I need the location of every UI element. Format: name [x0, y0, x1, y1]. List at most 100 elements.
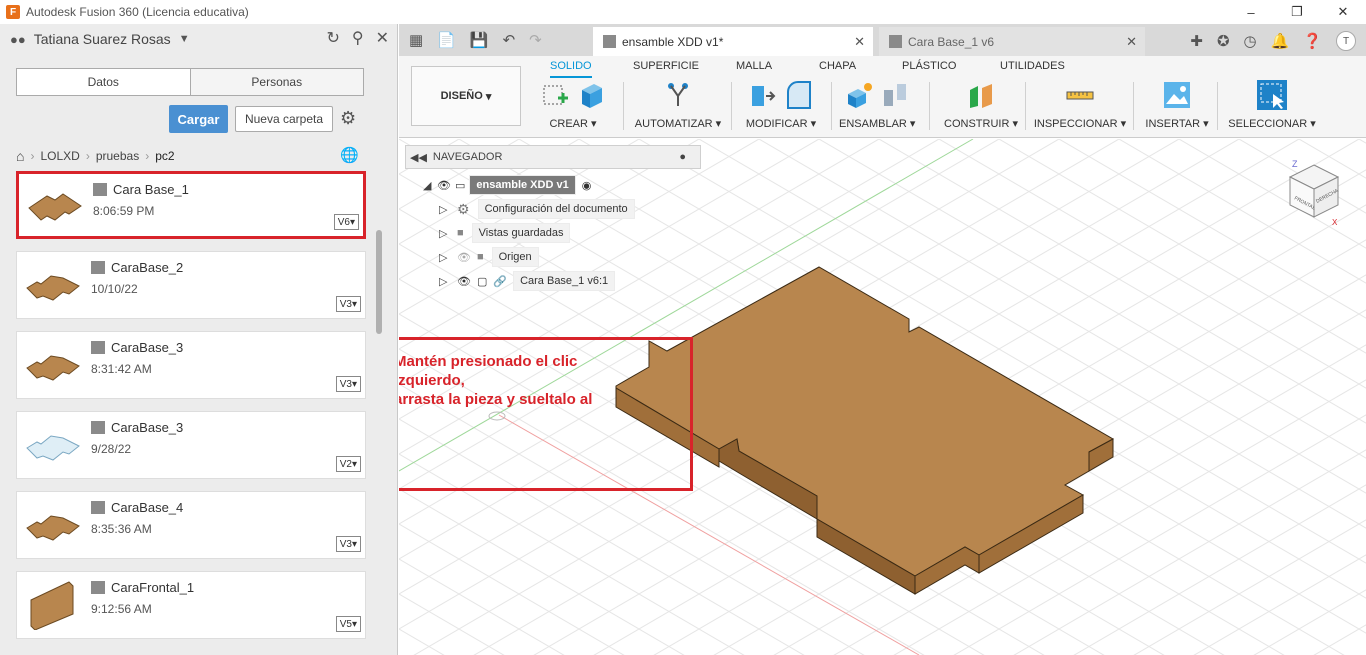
workspace-dropdown[interactable]: DISEÑO ▾: [411, 66, 521, 126]
group-construir[interactable]: CONSTRUIR ▾: [939, 80, 1023, 134]
version-dropdown[interactable]: V3 ▾: [335, 536, 361, 552]
insert-image-icon: [1164, 82, 1190, 108]
refresh-icon[interactable]: ↻: [326, 28, 339, 48]
file-card[interactable]: CaraBase_3 9/28/22 V2 ▾: [16, 411, 366, 479]
group-insertar[interactable]: INSERTAR ▾: [1141, 80, 1213, 134]
extensions-icon[interactable]: ✪: [1217, 32, 1230, 50]
tab-personas[interactable]: Personas: [189, 69, 363, 95]
divider: [929, 82, 930, 130]
close-panel-icon[interactable]: ✕: [376, 28, 389, 48]
file-name: CaraBase_3: [111, 340, 184, 355]
scrollbar[interactable]: [376, 230, 382, 334]
workspace-label: DISEÑO: [440, 90, 483, 102]
avatar[interactable]: T: [1336, 31, 1356, 51]
link-icon: 🔗: [493, 275, 508, 288]
component-icon: [91, 501, 105, 514]
expand-triangle-icon[interactable]: ▷: [439, 275, 453, 288]
folder-icon: ■: [476, 251, 484, 263]
save-icon[interactable]: 💾: [470, 31, 489, 49]
part-thumbnail: [30, 581, 74, 630]
file-card[interactable]: CaraBase_2 10/10/22 V3 ▾: [16, 251, 366, 319]
component-icon: ▢: [476, 275, 488, 288]
divider: [623, 82, 624, 130]
version-dropdown[interactable]: V3 ▾: [335, 296, 361, 312]
tab-chapa[interactable]: CHAPA: [819, 60, 856, 72]
part-thumbnail: [26, 515, 80, 541]
browser-root-item[interactable]: ◢ 👁 ▭ ensamble XDD v1 ◉: [423, 175, 591, 195]
browser-item[interactable]: ▷ ■ Vistas guardadas: [439, 223, 571, 243]
group-inspeccionar[interactable]: INSPECCIONAR ▾: [1033, 80, 1127, 134]
chevron-down-icon: ▼: [178, 33, 190, 45]
group-ensamblar[interactable]: ENSAMBLAR ▾: [839, 80, 915, 134]
file-card[interactable]: CaraBase_4 8:35:36 AM V3 ▾: [16, 491, 366, 559]
tab-ensamble[interactable]: ensamble XDD v1* ✕: [593, 27, 873, 56]
job-status-icon[interactable]: ◷: [1244, 32, 1257, 50]
browser-header[interactable]: ◀◀ NAVEGADOR ●: [405, 145, 701, 169]
divider: [731, 82, 732, 130]
minimize-button[interactable]: –: [1228, 0, 1274, 24]
version-dropdown[interactable]: V5 ▾: [335, 616, 361, 632]
collapse-icon[interactable]: ◀◀: [410, 151, 427, 164]
grid-menu-icon[interactable]: ▦: [409, 31, 423, 49]
visibility-eye-icon[interactable]: 👁: [457, 275, 471, 288]
browser-item[interactable]: ▷ ⚙ Configuración del documento: [439, 199, 635, 219]
restore-button[interactable]: ❐: [1274, 0, 1320, 24]
home-icon[interactable]: ⌂: [16, 148, 24, 164]
help-icon[interactable]: ❓: [1303, 32, 1322, 50]
activate-radio-icon[interactable]: ◉: [582, 179, 592, 192]
window-title: Autodesk Fusion 360 (Licencia educativa): [26, 5, 249, 19]
group-automatizar[interactable]: AUTOMATIZAR ▾: [633, 80, 723, 134]
file-menu-icon[interactable]: 📄: [437, 31, 456, 49]
minimize-icon[interactable]: ●: [679, 151, 686, 163]
file-card[interactable]: CaraFrontal_1 9:12:56 AM V5 ▾: [16, 571, 366, 639]
group-seleccionar[interactable]: SELECCIONAR ▾: [1227, 80, 1317, 134]
browser-item[interactable]: ▷ 👁 ▢ 🔗 Cara Base_1 v6:1: [439, 271, 616, 291]
assembly-icon: [603, 35, 616, 48]
tab-solido[interactable]: SOLIDO: [550, 60, 592, 78]
tab-superficie[interactable]: SUPERFICIE: [633, 60, 699, 72]
search-icon[interactable]: ⚲: [352, 28, 364, 48]
close-button[interactable]: ✕: [1320, 0, 1366, 24]
team-icon: ●●: [10, 31, 26, 47]
expand-triangle-icon[interactable]: ▷: [439, 251, 453, 264]
tab-plastico[interactable]: PLÁSTICO: [902, 60, 956, 72]
expand-triangle-icon[interactable]: ▷: [439, 227, 453, 240]
breadcrumb-item[interactable]: LOLXD: [40, 149, 79, 163]
divider: [1025, 82, 1026, 130]
tab-malla[interactable]: MALLA: [736, 60, 772, 72]
version-dropdown[interactable]: V3 ▾: [335, 376, 361, 392]
new-tab-icon[interactable]: ✚: [1190, 32, 1203, 50]
breadcrumb-item[interactable]: pruebas: [96, 149, 139, 163]
close-icon[interactable]: ✕: [1126, 34, 1137, 50]
file-name: CaraBase_3: [111, 420, 184, 435]
upload-button[interactable]: Cargar: [169, 105, 228, 133]
file-card[interactable]: CaraBase_3 8:31:42 AM V3 ▾: [16, 331, 366, 399]
canvas-viewport[interactable]: ◀◀ NAVEGADOR ● ◢ 👁 ▭ ensamble XDD v1 ◉ ▷…: [399, 139, 1366, 655]
globe-icon[interactable]: 🌐: [340, 146, 359, 164]
visibility-eye-icon[interactable]: 👁: [437, 179, 451, 192]
undo-icon[interactable]: ↶: [503, 31, 516, 49]
collapse-triangle-icon[interactable]: ◢: [423, 179, 437, 192]
divider: [831, 82, 832, 130]
gear-icon[interactable]: ⚙: [340, 108, 356, 129]
tab-utilidades[interactable]: UTILIDADES: [1000, 60, 1065, 72]
viewcube[interactable]: Z FRONTAL DERECHA X: [1286, 157, 1342, 227]
redo-icon[interactable]: ↷: [529, 31, 542, 49]
version-dropdown[interactable]: V2 ▾: [335, 456, 361, 472]
expand-triangle-icon[interactable]: ▷: [439, 203, 453, 216]
breadcrumb: ⌂ › LOLXD › pruebas › pc2: [16, 148, 175, 164]
notifications-icon[interactable]: 🔔: [1271, 32, 1290, 50]
hidden-eye-icon[interactable]: 👁: [457, 251, 471, 264]
new-folder-button[interactable]: Nueva carpeta: [235, 106, 333, 132]
file-card[interactable]: Cara Base_1 8:06:59 PM V6 ▾: [16, 171, 366, 239]
fillet-icon: [787, 81, 811, 109]
part-thumbnail: [26, 355, 80, 381]
tab-datos[interactable]: Datos: [17, 69, 190, 95]
tab-cara-base[interactable]: Cara Base_1 v6 ✕: [879, 27, 1145, 56]
divider: [1217, 82, 1218, 130]
close-icon[interactable]: ✕: [854, 34, 865, 50]
browser-item[interactable]: ▷ 👁 ■ Origen: [439, 247, 539, 267]
group-crear[interactable]: CREAR ▾: [533, 80, 613, 134]
group-modificar[interactable]: MODIFICAR ▾: [739, 80, 823, 134]
version-dropdown[interactable]: V6 ▾: [333, 214, 359, 230]
